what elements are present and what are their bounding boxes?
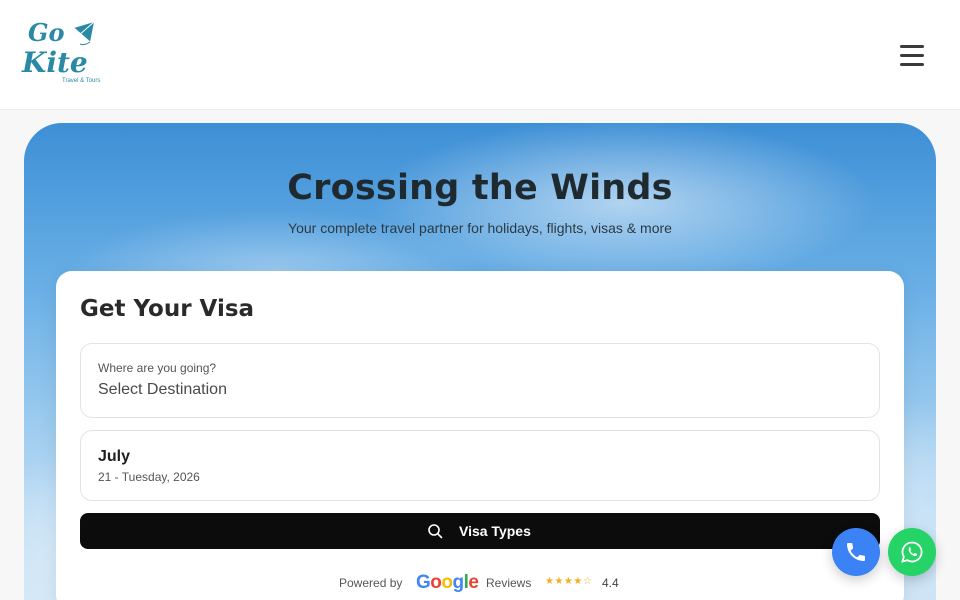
destination-label: Where are you going? [98, 361, 217, 375]
gokite-logo[interactable]: Go Kite Travel & Tours [22, 18, 102, 88]
whatsapp-button[interactable] [888, 528, 936, 576]
phone-icon [847, 543, 865, 561]
travel-date-field[interactable]: July 21 - Tuesday, 2026 [80, 430, 880, 501]
google-logo: Google [416, 572, 479, 593]
google-reviews-strip[interactable]: Powered by Google Reviews ★★★★☆ 4.4 [56, 571, 904, 595]
kite-icon [73, 21, 95, 46]
date-day: 21 - Tuesday, 2026 [98, 470, 200, 484]
hamburger-menu-icon[interactable] [896, 40, 928, 70]
search-icon [428, 524, 443, 539]
card-title: Get Your Visa [80, 296, 255, 322]
star-rating-icon: ★★★★☆ [545, 576, 593, 587]
logo-tagline: Travel & Tours [62, 78, 101, 84]
date-month: July [98, 448, 131, 465]
visa-types-label: Visa Types [459, 523, 531, 539]
hero-title: Crossing the Winds [287, 168, 673, 208]
site-header: Go Kite Travel & Tours [0, 0, 960, 110]
logo-word-go: Go [28, 18, 65, 47]
visa-types-button[interactable]: Visa Types [80, 513, 880, 549]
destination-field[interactable]: Where are you going? Select Destination [80, 343, 880, 418]
destination-value: Select Destination [98, 381, 227, 398]
hero-subtitle: Your complete travel partner for holiday… [288, 220, 672, 236]
reviews-label: Reviews [486, 576, 532, 590]
whatsapp-icon [901, 541, 923, 563]
call-button[interactable] [832, 528, 880, 576]
powered-by-text: Powered by [339, 576, 403, 590]
visa-search-card: Get Your Visa Where are you going? Selec… [56, 271, 904, 600]
logo-word-kite: Kite [22, 46, 88, 79]
rating-value: 4.4 [602, 576, 619, 590]
